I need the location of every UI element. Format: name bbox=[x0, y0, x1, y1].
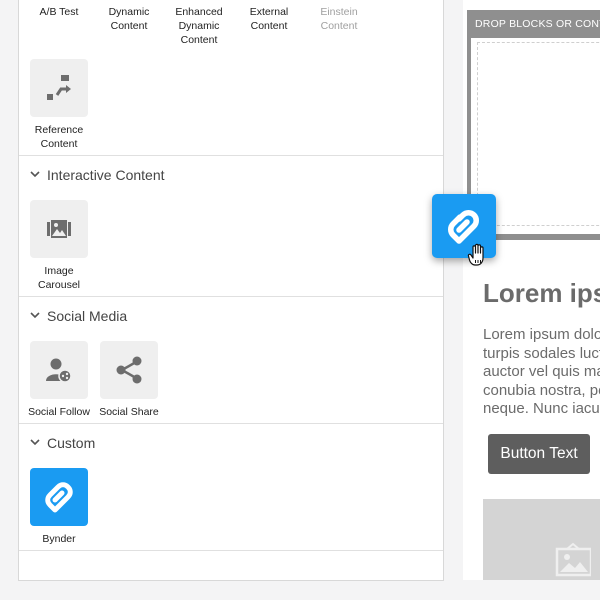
drop-zone-label: DROP BLOCKS OR CONTENT HERE bbox=[475, 18, 600, 30]
section-custom[interactable]: Custom bbox=[19, 423, 443, 462]
body-line: auctor vel quis mauris per bbox=[483, 363, 600, 380]
section-divider bbox=[19, 550, 443, 551]
canvas-image-placeholder[interactable] bbox=[483, 499, 600, 580]
body-line: turpis sodales luctus bbox=[483, 344, 600, 362]
section-title: Interactive Content bbox=[47, 167, 165, 183]
image-carousel-icon bbox=[30, 200, 88, 258]
block-label: Bynder bbox=[42, 533, 76, 545]
section-title: Custom bbox=[47, 435, 96, 451]
block-label: Reference Content bbox=[34, 124, 84, 150]
block-label: A/B Test bbox=[39, 6, 79, 18]
body-line: conubia nostra, per inceptos bbox=[483, 381, 600, 399]
block-label: Enhanced Dynamic Content bbox=[175, 6, 223, 46]
block-dynamic-content[interactable]: Dynamic Content bbox=[94, 5, 164, 33]
canvas-heading[interactable]: Lorem ipsum bbox=[483, 278, 600, 309]
social-follow-icon bbox=[30, 341, 88, 399]
block-label: Social Share bbox=[99, 406, 159, 418]
block-einstein-content: Einstein Content bbox=[304, 5, 374, 33]
block-label: Social Follow bbox=[28, 406, 90, 418]
block-bynder[interactable]: Bynder bbox=[24, 468, 94, 546]
chevron-down-icon bbox=[30, 171, 40, 178]
reference-content-icon bbox=[30, 59, 88, 117]
section-title: Social Media bbox=[47, 308, 128, 324]
block-label: External Content bbox=[249, 6, 289, 32]
block-label: Image Carousel bbox=[37, 265, 81, 291]
share-icon bbox=[100, 341, 158, 399]
canvas-body-text[interactable]: Lorem ipsum dolor sit amet, turpis sodal… bbox=[483, 326, 600, 419]
block-external-content[interactable]: External Content bbox=[234, 5, 304, 33]
block-label: Einstein Content bbox=[320, 6, 358, 32]
content-blocks-panel: A/B Test Dynamic Content Enhanced Dynami… bbox=[18, 0, 444, 581]
body-line: Lorem ipsum dolor sit amet, bbox=[483, 326, 600, 343]
body-line: neque. Nunc iaculis bbox=[483, 400, 600, 417]
section-social-media[interactable]: Social Media bbox=[19, 296, 443, 335]
bynder-logo-icon bbox=[30, 468, 88, 526]
block-reference-content[interactable]: Reference Content bbox=[24, 59, 94, 151]
section-interactive-content[interactable]: Interactive Content bbox=[19, 155, 443, 194]
email-canvas: DROP BLOCKS OR CONTENT HERE Lorem ipsum … bbox=[463, 0, 600, 580]
block-enhanced-dynamic-content[interactable]: Enhanced Dynamic Content bbox=[164, 5, 234, 47]
block-label: Dynamic Content bbox=[108, 6, 150, 32]
block-ab-test[interactable]: A/B Test bbox=[24, 5, 94, 19]
canvas-button[interactable]: Button Text bbox=[488, 434, 590, 474]
block-social-share[interactable]: Social Share bbox=[94, 341, 164, 419]
block-social-follow[interactable]: Social Follow bbox=[24, 341, 94, 419]
chevron-down-icon bbox=[30, 439, 40, 446]
image-placeholder-icon bbox=[555, 542, 591, 577]
grab-cursor-icon bbox=[467, 243, 484, 266]
chevron-down-icon bbox=[30, 312, 40, 319]
block-image-carousel[interactable]: Image Carousel bbox=[24, 200, 94, 292]
